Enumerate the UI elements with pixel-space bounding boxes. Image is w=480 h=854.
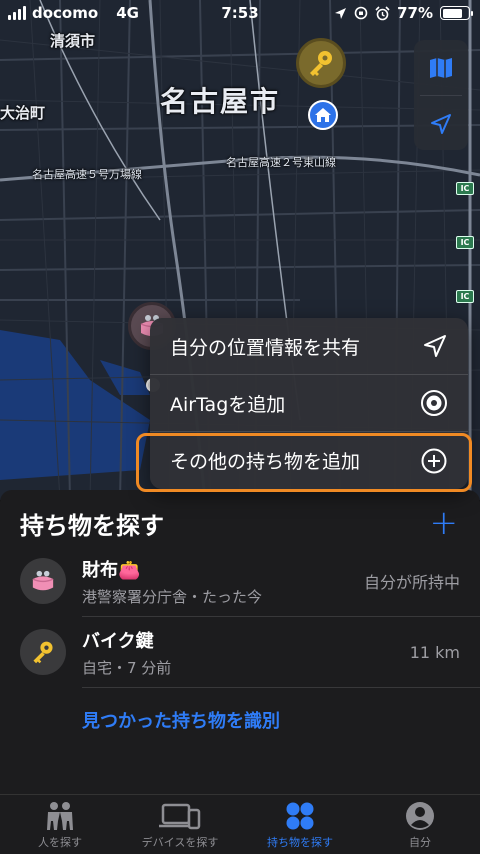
map-label-kiyosu: 清須市 <box>50 32 96 50</box>
menu-add-other-item[interactable]: その他の持ち物を追加 <box>136 432 472 492</box>
location-services-icon <box>335 7 347 19</box>
item-avatar <box>20 558 66 604</box>
items-icon <box>286 802 314 830</box>
item-row-wallet[interactable]: 財布👛 港警察署分庁舎・たった今 自分が所持中 <box>0 546 480 616</box>
battery-percent: 77% <box>397 4 433 22</box>
person-icon <box>406 802 434 830</box>
key-icon <box>310 51 332 76</box>
battery-icon <box>440 6 473 20</box>
menu-add-airtag[interactable]: AirTagを追加 <box>150 375 468 432</box>
sheet-header: 持ち物を探す + <box>0 490 480 546</box>
menu-share-location[interactable]: 自分の位置情報を共有 <box>150 318 468 375</box>
tab-me[interactable]: 自分 <box>360 795 480 854</box>
ic-badge: IC <box>456 236 474 249</box>
tab-people[interactable]: 人を探す <box>0 795 120 854</box>
add-item-button[interactable]: + <box>430 506 459 540</box>
item-avatar <box>20 629 66 675</box>
tab-items[interactable]: 持ち物を探す <box>240 795 360 854</box>
orientation-lock-icon <box>354 6 368 20</box>
location-arrow-icon <box>424 335 446 357</box>
item-subtitle: 自宅・7 分前 <box>82 658 172 677</box>
locate-me-button[interactable] <box>414 96 468 151</box>
tab-label: 人を探す <box>38 836 82 849</box>
item-detail: 11 km <box>409 642 460 662</box>
items-sheet: 持ち物を探す + 財布👛 港警察署分庁舎・たった今 自分が所持中 バイク鍵 自宅… <box>0 490 480 794</box>
add-menu-popup: 自分の位置情報を共有 AirTagを追加 その他の持ち物を追加 <box>136 318 472 492</box>
plus-circle-icon <box>421 448 447 473</box>
location-arrow-icon <box>431 113 451 134</box>
map-pin-key[interactable] <box>296 38 346 88</box>
identify-found-item-link[interactable]: 見つかった持ち物を識別 <box>0 688 480 752</box>
map-label-oharu: 大治町 <box>0 104 46 122</box>
tab-label: デバイスを探す <box>141 836 219 849</box>
item-row-bike-key[interactable]: バイク鍵 自宅・7 分前 11 km <box>0 617 480 687</box>
people-icon <box>47 802 73 830</box>
item-detail: 自分が所持中 <box>363 573 460 592</box>
sheet-title: 持ち物を探す <box>20 511 164 540</box>
tab-devices[interactable]: デバイスを探す <box>120 795 240 854</box>
item-name: バイク鍵 <box>82 630 154 652</box>
map-highway-label-5: 名古屋高速５号万場線 <box>32 168 142 181</box>
tab-label: 自分 <box>409 836 431 849</box>
map-mode-button[interactable] <box>414 40 468 95</box>
map-icon <box>430 57 452 78</box>
item-name: 財布👛 <box>82 559 141 581</box>
ic-badge: IC <box>456 290 474 303</box>
ic-badge: IC <box>456 182 474 195</box>
map-city-label: 名古屋市 <box>160 85 281 118</box>
key-icon <box>33 641 53 664</box>
map-highway-label-2: 名古屋高速２号東山線 <box>226 156 336 169</box>
status-bar: docomo 4G 7:53 77% <box>0 0 480 28</box>
map-controls <box>414 40 468 150</box>
menu-item-label: 自分の位置情報を共有 <box>170 336 361 359</box>
alarm-icon <box>375 5 390 20</box>
purse-icon <box>32 570 54 591</box>
devices-icon <box>159 803 201 830</box>
item-subtitle: 港警察署分庁舎・たった今 <box>82 587 263 606</box>
airtag-icon <box>421 390 447 416</box>
menu-item-label: その他の持ち物を追加 <box>170 451 361 473</box>
menu-item-label: AirTagを追加 <box>170 393 286 416</box>
map-pin-home[interactable] <box>308 100 338 130</box>
tab-bar: 人を探す デバイスを探す 持ち物を探す 自分 <box>0 794 480 854</box>
home-icon <box>315 108 331 122</box>
tab-label: 持ち物を探す <box>267 836 333 849</box>
